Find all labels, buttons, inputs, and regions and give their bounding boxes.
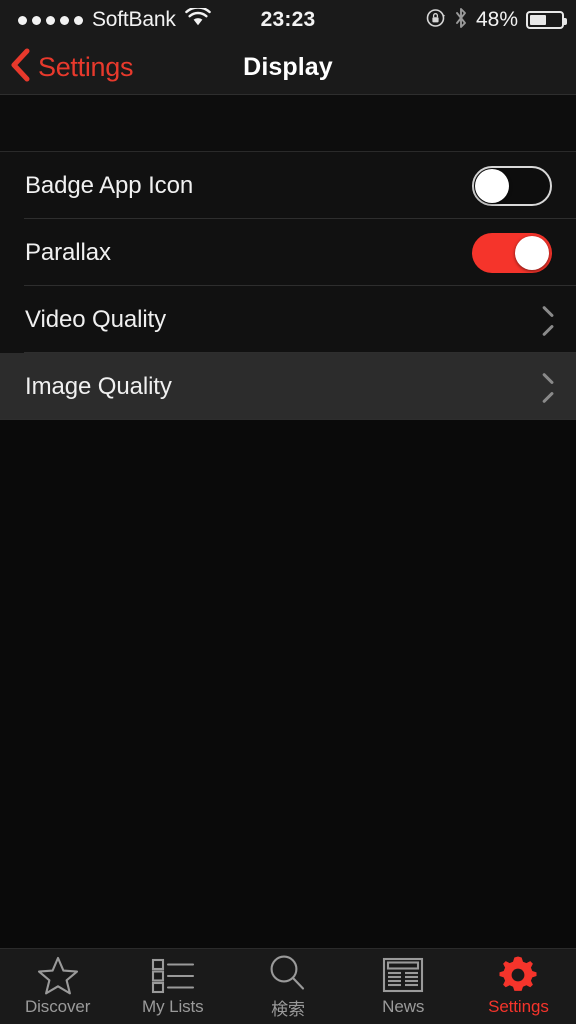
tab-search[interactable]: 検索 xyxy=(230,949,345,1024)
tab-label: 検索 xyxy=(271,999,305,1019)
settings-row[interactable]: Image Quality xyxy=(0,353,576,420)
status-bar-right: 48% xyxy=(426,0,567,40)
chevron-right-icon xyxy=(538,308,552,332)
battery-icon xyxy=(526,11,567,29)
settings-row-label: Image Quality xyxy=(25,372,172,400)
settings-row-accessory xyxy=(472,165,552,206)
settings-row[interactable]: Video Quality xyxy=(0,286,576,353)
settings-row-label: Badge App Icon xyxy=(25,171,194,199)
newspaper-icon xyxy=(381,956,425,994)
settings-content: Badge App Icon Parallax Video Quality Image… xyxy=(0,95,576,948)
list-icon xyxy=(150,956,196,994)
settings-row-label: Parallax xyxy=(25,238,111,266)
tab-newspaper[interactable]: News xyxy=(346,949,461,1024)
settings-row[interactable]: Parallax xyxy=(0,219,576,286)
status-bar: SoftBank 23:23 48% xyxy=(0,0,576,40)
toggle-knob xyxy=(515,235,549,270)
tab-star[interactable]: Discover xyxy=(0,949,115,1024)
page-title: Display xyxy=(243,52,333,81)
table-header-spacer xyxy=(0,95,576,152)
settings-row-accessory xyxy=(472,232,552,273)
toggle-switch[interactable] xyxy=(472,232,552,273)
star-icon xyxy=(36,956,80,995)
tab-gear[interactable]: Settings xyxy=(461,949,576,1024)
gear-icon xyxy=(497,956,539,994)
tab-label: News xyxy=(382,997,425,1016)
bluetooth-icon xyxy=(454,7,468,34)
tab-list[interactable]: My Lists xyxy=(115,949,230,1024)
tab-label: My Lists xyxy=(142,997,204,1016)
toggle-switch[interactable] xyxy=(472,165,552,206)
settings-row[interactable]: Badge App Icon xyxy=(0,152,576,219)
row-separator xyxy=(0,419,576,420)
battery-percentage-label: 48% xyxy=(475,8,518,31)
rotation-lock-icon xyxy=(426,8,446,33)
tab-bar: Discover My Lists 検索 News Settings xyxy=(0,948,576,1024)
settings-list: Badge App Icon Parallax Video Quality Image… xyxy=(0,152,576,420)
settings-row-label: Video Quality xyxy=(25,305,167,333)
toggle-knob xyxy=(475,168,509,203)
navigation-bar: Settings Display xyxy=(0,40,576,95)
settings-row-accessory xyxy=(538,308,552,332)
tab-label: Settings xyxy=(488,997,549,1016)
app-screen: SoftBank 23:23 48% Settings Display Badg… xyxy=(0,0,576,1024)
search-icon xyxy=(267,954,309,992)
tab-label: Discover xyxy=(24,997,91,1016)
chevron-right-icon xyxy=(538,375,552,399)
settings-row-accessory xyxy=(538,375,552,399)
